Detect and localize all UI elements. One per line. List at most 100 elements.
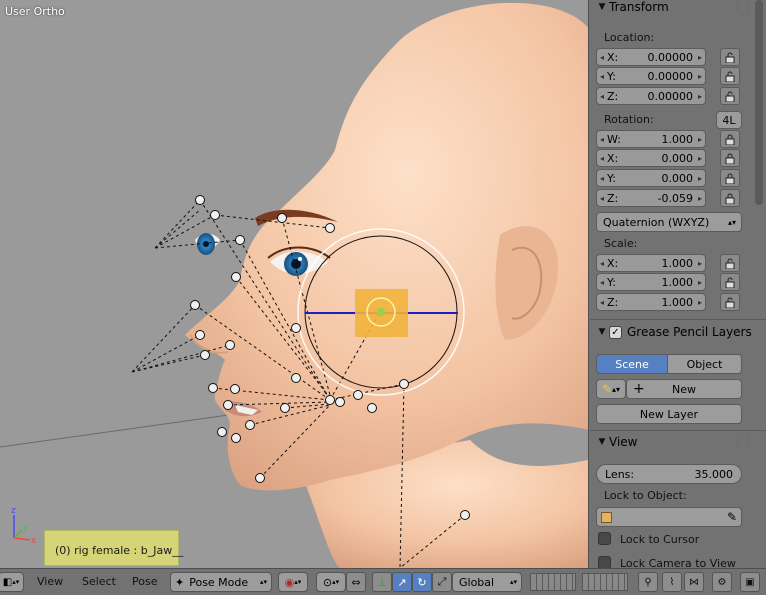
- axis-label: Y:: [607, 171, 616, 185]
- 3d-viewport[interactable]: z x y User Ortho (0) rig female : b_Jaw_…: [0, 0, 588, 568]
- editor-type-dropdown[interactable]: ◧ ▴▾: [0, 572, 24, 592]
- drag-handle-icon[interactable]: ⋮⋮: [733, 2, 753, 12]
- grease-pencil-selector[interactable]: ✎ ▴▾: [596, 379, 626, 399]
- axis-label: X:: [607, 256, 619, 270]
- pivot-dropdown[interactable]: ⊙ ▴▾: [316, 572, 346, 592]
- rotation-w-field[interactable]: ◂ W: 1.000 ▸: [596, 130, 706, 148]
- lock-icon[interactable]: [720, 87, 740, 105]
- eyedropper-icon[interactable]: ✎: [727, 510, 737, 524]
- lock-icon[interactable]: [720, 169, 740, 187]
- menu-view[interactable]: View: [37, 575, 63, 588]
- proportional-edit-icon[interactable]: ⚙: [712, 572, 732, 592]
- grease-pencil-checkbox[interactable]: ✓: [609, 325, 622, 339]
- lock-scene-icon[interactable]: ⚲: [638, 572, 658, 592]
- lock-icon[interactable]: [720, 48, 740, 66]
- location-y-field[interactable]: ◂ Y: 0.00000 ▸: [596, 67, 706, 85]
- lock-icon[interactable]: [720, 189, 740, 207]
- axis-label: Y:: [607, 275, 616, 289]
- plus-icon: +: [633, 381, 645, 397]
- new-layer-button[interactable]: New Layer: [596, 404, 742, 424]
- axis-label: X:: [607, 151, 619, 165]
- tab-scene[interactable]: Scene: [596, 354, 668, 374]
- location-label: Location:: [604, 31, 655, 44]
- lens-value: 35.000: [694, 467, 734, 481]
- manipulator-toggle-icon[interactable]: ⇔: [346, 572, 366, 592]
- object-cube-icon: [601, 511, 612, 523]
- dropdown-arrows-icon: ▴▾: [294, 578, 302, 586]
- cube-icon: ◧: [2, 576, 13, 588]
- menu-select[interactable]: Select: [82, 575, 116, 588]
- axis-manipulator-icon[interactable]: ⊥: [372, 572, 392, 592]
- viewport-shading-dropdown[interactable]: ◉ ▴▾: [278, 572, 308, 592]
- menu-pose[interactable]: Pose: [132, 575, 157, 588]
- axis-label: X:: [607, 50, 619, 64]
- field-value: 1.000: [661, 275, 694, 289]
- field-value: 0.00000: [647, 69, 694, 83]
- transform-title: Transform: [609, 0, 669, 14]
- mode-value: Pose Mode: [189, 575, 249, 589]
- rotate-icon[interactable]: ↻: [412, 572, 432, 592]
- layer-buttons[interactable]: [530, 573, 576, 591]
- paperclip-icon[interactable]: ⌇: [662, 572, 682, 592]
- dropdown-arrows-icon: ▴▾: [12, 578, 20, 586]
- view-title: View: [609, 435, 638, 449]
- rotation-mode-dropdown[interactable]: Quaternion (WXYZ) ▴▾: [596, 212, 742, 232]
- orientation-dropdown[interactable]: Global ▴▾: [452, 572, 522, 592]
- lock-to-cursor-checkbox[interactable]: [598, 532, 611, 545]
- scale-y-field[interactable]: ◂ Y: 1.000 ▸: [596, 273, 706, 291]
- collapse-triangle-icon: ▼: [598, 2, 606, 12]
- dropdown-arrows-icon: ▴▾: [332, 578, 340, 586]
- view-header[interactable]: ▼ View ⋮⋮: [589, 432, 759, 452]
- pivot-icon: ⊙: [322, 575, 333, 589]
- lock-icon[interactable]: [720, 273, 740, 291]
- lock-to-object-field[interactable]: ✎: [596, 507, 742, 527]
- mode-dropdown[interactable]: ✦ Pose Mode ▴▾: [170, 572, 272, 592]
- rotation-x-field[interactable]: ◂ X: 0.000 ▸: [596, 149, 706, 167]
- collapse-triangle-icon: ▼: [598, 437, 606, 447]
- lens-label: Lens:: [605, 467, 635, 481]
- collapse-triangle-icon: ▼: [598, 327, 606, 337]
- field-value: 0.000: [661, 151, 694, 165]
- layer-buttons[interactable]: [582, 573, 628, 591]
- axis-label: Z:: [607, 295, 619, 309]
- rotation-4l-toggle[interactable]: 4L: [716, 111, 742, 129]
- lock-icon[interactable]: [720, 293, 740, 311]
- rotation-mode-value: Quaternion (WXYZ): [603, 215, 710, 229]
- scale-z-field[interactable]: ◂ Z: 1.000 ▸: [596, 293, 706, 311]
- tab-object[interactable]: Object: [667, 354, 742, 374]
- pose-icon: ✦: [175, 575, 185, 589]
- lock-icon[interactable]: [720, 130, 740, 148]
- drag-handle-icon[interactable]: ⋮⋮: [733, 437, 753, 447]
- location-x-field[interactable]: ◂ X: 0.00000 ▸: [596, 48, 706, 66]
- lock-icon[interactable]: [720, 254, 740, 272]
- scale-label: Scale:: [604, 237, 638, 250]
- snap-icon[interactable]: ⋈: [684, 572, 704, 592]
- lock-to-object-label: Lock to Object:: [604, 489, 687, 502]
- rotation-label: Rotation:: [604, 113, 654, 126]
- lock-icon[interactable]: [720, 67, 740, 85]
- translate-icon[interactable]: ↗: [392, 572, 412, 592]
- grease-pencil-header[interactable]: ▼ ✓ Grease Pencil Layers: [589, 322, 759, 342]
- lens-field[interactable]: Lens: 35.000: [596, 464, 742, 484]
- dropdown-arrows-icon: ▴▾: [259, 578, 267, 586]
- pencil-icon: ✎: [601, 382, 613, 396]
- dropdown-arrows-icon: ▴▾: [612, 384, 621, 394]
- scale-x-field[interactable]: ◂ X: 1.000 ▸: [596, 254, 706, 272]
- panel-scrollbar[interactable]: [755, 0, 763, 205]
- dropdown-arrows-icon: ▴▾: [727, 217, 736, 227]
- transform-header[interactable]: ▼ Transform ⋮⋮: [589, 0, 759, 17]
- render-camera-icon[interactable]: ▣: [740, 572, 760, 592]
- field-value: 1.000: [661, 295, 694, 309]
- lock-icon[interactable]: [720, 149, 740, 167]
- active-object-label: (0) rig female : b_Jaw__: [55, 544, 184, 557]
- lock-to-cursor-label: Lock to Cursor: [620, 533, 700, 546]
- grease-pencil-title: Grease Pencil Layers: [627, 325, 752, 339]
- location-z-field[interactable]: ◂ Z: 0.00000 ▸: [596, 87, 706, 105]
- scale-icon[interactable]: ⤢: [432, 572, 452, 592]
- orientation-value: Global: [459, 575, 495, 589]
- rotation-y-field[interactable]: ◂ Y: 0.000 ▸: [596, 169, 706, 187]
- axis-label: W:: [607, 132, 621, 146]
- new-label: New: [672, 382, 696, 396]
- new-grease-pencil-button[interactable]: + New: [626, 379, 742, 399]
- rotation-z-field[interactable]: ◂ Z: -0.059 ▸: [596, 189, 706, 207]
